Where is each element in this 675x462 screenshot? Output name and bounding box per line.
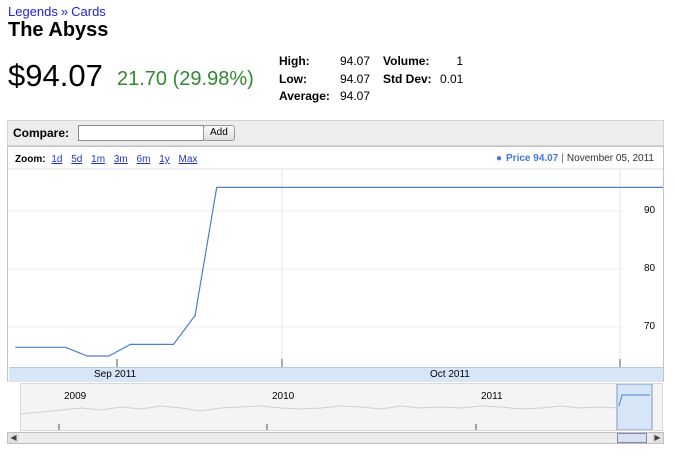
page-title: The Abyss (8, 19, 109, 41)
scroll-thumb[interactable] (617, 433, 647, 443)
average-label: Average: (279, 89, 330, 103)
navigator-history (21, 384, 653, 430)
y-tick-70: 70 (644, 321, 656, 332)
price-chart[interactable] (8, 147, 663, 381)
nav-label-2011: 2011 (481, 391, 503, 402)
high-label: High: (279, 54, 310, 68)
stats-labels-left: High: Low: Average: (279, 53, 330, 106)
stats-labels-right: Volume: Std Dev: (383, 53, 432, 88)
breadcrumb-cards-link[interactable]: Cards (71, 4, 106, 19)
x-tick-oct-2011: Oct 2011 (430, 369, 470, 380)
navigator-scrollbar[interactable]: ◀ ▶ (7, 432, 664, 444)
stats-values-right: 1 0.01 (440, 53, 463, 88)
y-tick-80: 80 (644, 263, 656, 274)
scroll-right-arrow-icon[interactable]: ▶ (652, 433, 663, 443)
low-value: 94.07 (339, 71, 370, 86)
add-button[interactable]: Add (203, 125, 235, 141)
x-tick-sep-2011: Sep 2011 (94, 369, 137, 380)
y-tick-90: 90 (644, 205, 656, 216)
current-price: $94.07 (8, 58, 103, 93)
scroll-left-arrow-icon[interactable]: ◀ (8, 433, 19, 443)
compare-input[interactable] (78, 125, 204, 141)
volume-label: Volume: (383, 54, 430, 68)
breadcrumb: Legends» Cards (8, 4, 106, 19)
stddev-label: Std Dev: (383, 71, 432, 86)
price-change: 21.70 (29.98%) (117, 68, 254, 90)
compare-bar: Compare: Add (7, 120, 664, 146)
price-line (15, 186, 663, 357)
breadcrumb-legends-link[interactable]: Legends (8, 4, 58, 19)
navigator-shadow-line (21, 405, 618, 415)
breadcrumb-separator: » (60, 4, 69, 19)
low-label: Low: (279, 71, 307, 86)
nav-label-2009: 2009 (64, 391, 87, 402)
volume-value: 1 (456, 54, 463, 68)
navigator[interactable]: 2009 2010 2011 (20, 383, 663, 431)
high-value: 94.07 (339, 54, 370, 68)
nav-label-2010: 2010 (272, 391, 295, 402)
chart-frame: Zoom: 1d 5d 1m 3m 6m 1y Max ● Price 94.07… (7, 146, 664, 382)
navigator-selection[interactable] (616, 384, 653, 430)
compare-label: Compare: (13, 126, 70, 140)
stddev-value: 0.01 (440, 71, 464, 86)
stats-values-hl: 94.07 94.07 (334, 53, 370, 88)
average-value: 94.07 (339, 89, 370, 103)
